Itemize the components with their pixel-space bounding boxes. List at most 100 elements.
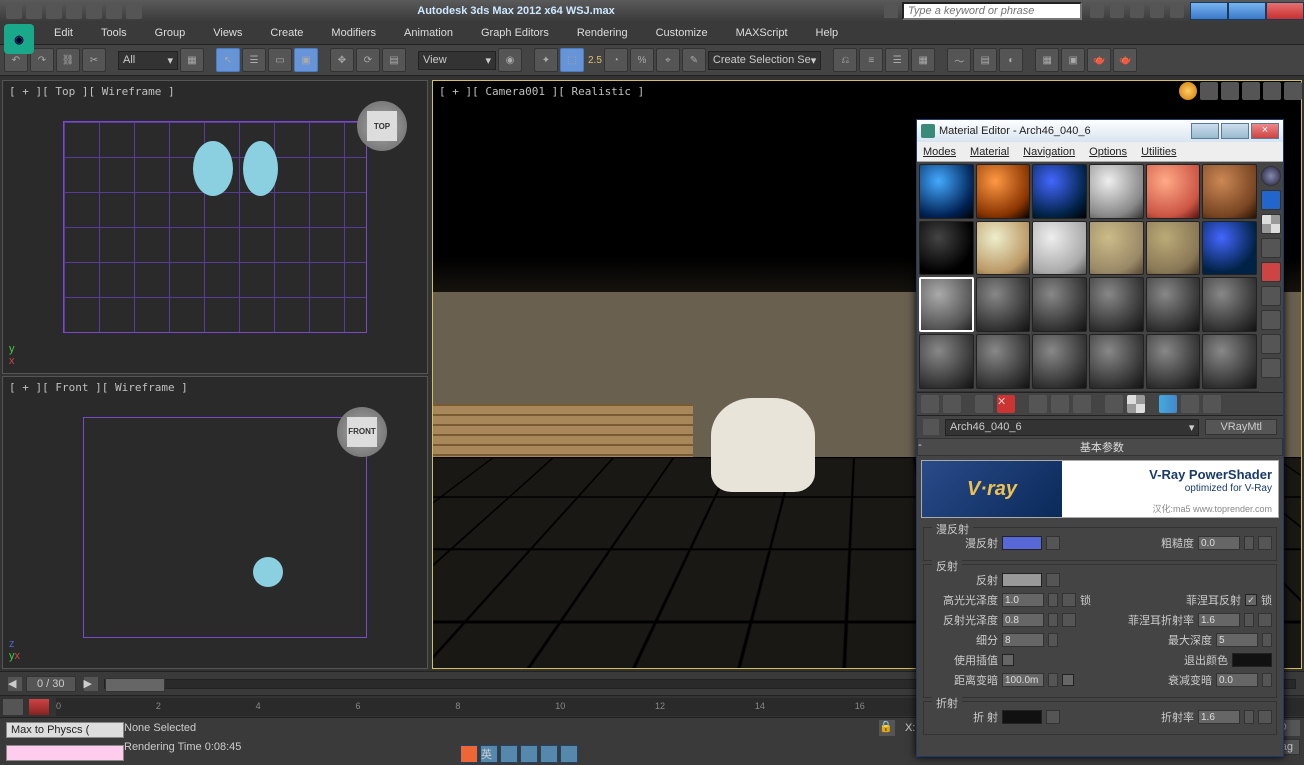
- material-swatch[interactable]: [919, 221, 974, 276]
- infocenter-dropdown-icon[interactable]: [884, 4, 898, 18]
- ref-coord-dropdown[interactable]: View▾: [418, 51, 496, 70]
- subdiv-spinner[interactable]: 8: [1002, 633, 1044, 647]
- favorite-icon[interactable]: [1130, 4, 1144, 18]
- close-button[interactable]: [1266, 2, 1304, 20]
- exchange-icon[interactable]: [1110, 4, 1124, 18]
- menu-modifiers[interactable]: Modifiers: [317, 24, 390, 42]
- ime-settings-icon[interactable]: [560, 745, 578, 763]
- menu-customize[interactable]: Customize: [642, 24, 722, 42]
- exitcolor-swatch[interactable]: [1232, 653, 1272, 667]
- select-rect-icon[interactable]: ▭: [268, 48, 292, 72]
- mat-id-icon[interactable]: [1105, 395, 1123, 413]
- me-maximize-button[interactable]: [1221, 123, 1249, 139]
- material-swatch[interactable]: [1146, 164, 1201, 219]
- ime-icon[interactable]: [460, 745, 478, 763]
- rollout-basic-header[interactable]: -基本参数: [917, 438, 1283, 456]
- menu-tools[interactable]: Tools: [87, 24, 141, 42]
- material-swatch[interactable]: [1202, 164, 1257, 219]
- me-menu-material[interactable]: Material: [970, 146, 1009, 158]
- refract-map-button[interactable]: [1046, 710, 1060, 724]
- viewport-camera-label[interactable]: [ + ][ Camera001 ][ Realistic ]: [439, 85, 644, 98]
- graphite-icon[interactable]: ▦: [911, 48, 935, 72]
- pick-material-icon[interactable]: [923, 419, 939, 435]
- timeslider-thumb[interactable]: [105, 678, 165, 692]
- help-icon[interactable]: [1150, 4, 1164, 18]
- options-icon[interactable]: [1261, 310, 1281, 330]
- diffuse-map-button[interactable]: [1046, 536, 1060, 550]
- material-swatch[interactable]: [976, 164, 1031, 219]
- show-end-icon[interactable]: [1159, 395, 1177, 413]
- material-name-dropdown[interactable]: Arch46_040_6▾: [945, 419, 1199, 436]
- material-editor-icon[interactable]: ◐: [999, 48, 1023, 72]
- reflgloss-map-button[interactable]: [1062, 613, 1076, 627]
- sample-uv-icon[interactable]: [1261, 238, 1281, 258]
- move-icon[interactable]: ✥: [330, 48, 354, 72]
- align-icon[interactable]: ≡: [859, 48, 883, 72]
- material-swatch-selected[interactable]: [919, 277, 974, 332]
- percent-snap-icon[interactable]: %: [630, 48, 654, 72]
- viewport-front-label[interactable]: [ + ][ Front ][ Wireframe ]: [9, 381, 188, 394]
- pivot-icon[interactable]: ◉: [498, 48, 522, 72]
- menu-help[interactable]: Help: [802, 24, 853, 42]
- minimize-button[interactable]: [1190, 2, 1228, 20]
- qa-project-icon[interactable]: [106, 3, 122, 19]
- edit-named-sel-icon[interactable]: ✎: [682, 48, 706, 72]
- search-input[interactable]: [902, 2, 1082, 20]
- selection-set-dropdown[interactable]: All▾: [118, 51, 178, 70]
- mirror-icon[interactable]: ⎌: [833, 48, 857, 72]
- video-check-icon[interactable]: [1261, 262, 1281, 282]
- named-selection-dropdown[interactable]: Create Selection Se▾: [708, 51, 821, 70]
- gamma-icon[interactable]: [1263, 82, 1281, 100]
- dimdist-spinner[interactable]: 100.0m: [1002, 673, 1044, 687]
- material-swatch[interactable]: [1202, 334, 1257, 389]
- qa-open-icon[interactable]: [26, 3, 42, 19]
- reflect-color-swatch[interactable]: [1002, 573, 1042, 587]
- curve-editor-icon[interactable]: 〜: [947, 48, 971, 72]
- material-type-button[interactable]: VRayMtl: [1205, 419, 1277, 435]
- rotate-icon[interactable]: ⟳: [356, 48, 380, 72]
- diffuse-color-swatch[interactable]: [1002, 536, 1042, 550]
- dimdist-checkbox[interactable]: [1062, 674, 1074, 686]
- hilight-gloss-spinner[interactable]: 1.0: [1002, 593, 1044, 607]
- ior-spinner[interactable]: 1.6: [1198, 710, 1240, 724]
- viewport-top-label[interactable]: [ + ][ Top ][ Wireframe ]: [9, 85, 175, 98]
- reflect-map-button[interactable]: [1046, 573, 1060, 587]
- select-by-mat-icon[interactable]: [1261, 334, 1281, 354]
- qa-save-icon[interactable]: [46, 3, 62, 19]
- timeslider-right-icon[interactable]: ▶: [84, 677, 98, 691]
- unlink-icon[interactable]: ✂: [82, 48, 106, 72]
- material-swatch[interactable]: [1032, 277, 1087, 332]
- make-unique-icon[interactable]: [1051, 395, 1069, 413]
- me-close-button[interactable]: ×: [1251, 123, 1279, 139]
- light-icon[interactable]: [1179, 82, 1197, 100]
- safe-icon[interactable]: [1242, 82, 1260, 100]
- material-swatch[interactable]: [976, 221, 1031, 276]
- material-swatch[interactable]: [1032, 221, 1087, 276]
- viewcube-front[interactable]: FRONT: [337, 407, 387, 457]
- subscription-icon[interactable]: [1090, 4, 1104, 18]
- show-map-icon[interactable]: [1127, 395, 1145, 413]
- ime-skin-icon[interactable]: [540, 745, 558, 763]
- mat-map-icon[interactable]: [1261, 358, 1281, 378]
- me-menu-options[interactable]: Options: [1089, 146, 1127, 158]
- put-to-scene-icon[interactable]: [943, 395, 961, 413]
- material-editor-titlebar[interactable]: Material Editor - Arch46_040_6 ×: [917, 120, 1283, 142]
- backlight-icon[interactable]: [1261, 190, 1281, 210]
- me-menu-utilities[interactable]: Utilities: [1141, 146, 1176, 158]
- qa-new-icon[interactable]: [6, 3, 22, 19]
- animate-icon[interactable]: [28, 698, 50, 716]
- hammer-icon[interactable]: [1284, 82, 1302, 100]
- menu-grapheditors[interactable]: Graph Editors: [467, 24, 563, 42]
- material-swatch[interactable]: [919, 334, 974, 389]
- scale-icon[interactable]: ▤: [382, 48, 406, 72]
- keymode-icon[interactable]: [2, 698, 24, 716]
- material-swatch[interactable]: [1146, 334, 1201, 389]
- ime-soft-icon[interactable]: [520, 745, 538, 763]
- select-name-icon[interactable]: ☰: [242, 48, 266, 72]
- material-swatch[interactable]: [1202, 221, 1257, 276]
- me-menu-modes[interactable]: Modes: [923, 146, 956, 158]
- material-swatch[interactable]: [976, 277, 1031, 332]
- sample-type-icon[interactable]: [1261, 166, 1281, 186]
- app-menu-icon[interactable]: ◉: [4, 24, 34, 54]
- material-swatch[interactable]: [919, 164, 974, 219]
